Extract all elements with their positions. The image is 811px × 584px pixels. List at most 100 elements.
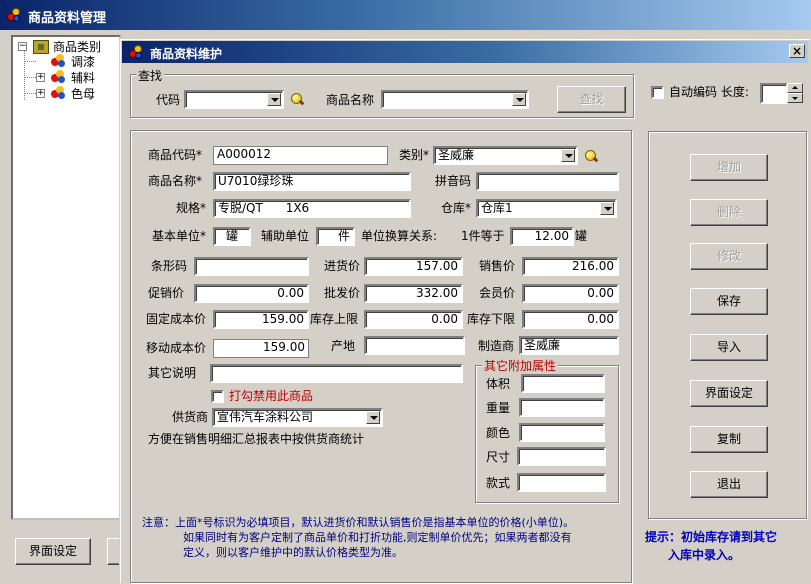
stock-max-field[interactable]: 0.00 — [364, 310, 463, 329]
app-title: 商品资料管理 — [28, 11, 107, 26]
close-icon[interactable]: × — [789, 44, 805, 58]
category-dropdown[interactable]: 圣威廉 — [433, 146, 578, 165]
product-name-field[interactable]: U7010绿珍珠 — [213, 172, 411, 191]
folder-icon — [33, 40, 49, 54]
other-desc-label: 其它说明 — [148, 366, 197, 380]
note-line-1: 注意：上面*号标识为必填项目，默认进货价和默认销售价是指基本单位的价格(小单位)… — [142, 516, 575, 529]
weight-label: 重量 — [486, 401, 511, 415]
bg-ui-settings-button[interactable]: 界面设定 — [15, 538, 91, 565]
note-line-3: 定义，则以客户维护中的默认价格类型为准。 — [183, 546, 403, 559]
ui-settings-button[interactable]: 界面设定 — [690, 380, 768, 407]
search-group-label: 查找 — [136, 67, 165, 84]
purchase-price-field[interactable]: 157.00 — [364, 257, 463, 276]
volume-field[interactable] — [521, 374, 605, 393]
auto-code-checkbox[interactable] — [651, 86, 664, 99]
tree-item[interactable]: 色母 — [71, 87, 95, 101]
import-button[interactable]: 导入 — [690, 334, 768, 361]
chevron-down-icon[interactable] — [267, 93, 281, 106]
manufacturer-field[interactable]: 圣威廉 — [519, 336, 619, 355]
spin-up-icon[interactable] — [787, 83, 803, 93]
tree-expand-icon[interactable]: + — [36, 73, 45, 82]
disable-label: 打勾禁用此商品 — [229, 389, 314, 403]
conversion-label: 单位换算关系: — [361, 229, 438, 243]
pinyin-label: 拼音码 — [435, 174, 472, 188]
warehouse-dropdown[interactable]: 仓库1 — [476, 199, 617, 218]
sale-price-field[interactable]: 216.00 — [522, 257, 619, 276]
chevron-down-icon[interactable] — [561, 149, 575, 162]
add-button[interactable]: 增加 — [690, 154, 768, 181]
tree-item[interactable]: 辅料 — [71, 71, 95, 85]
size-field[interactable] — [517, 447, 606, 466]
auto-code-length-input[interactable] — [760, 83, 788, 104]
tree-collapse-icon[interactable]: − — [18, 42, 27, 51]
copy-button[interactable]: 复制 — [690, 426, 768, 453]
chevron-down-icon[interactable] — [600, 202, 614, 215]
style-label: 款式 — [486, 476, 511, 490]
action-button-group — [648, 131, 807, 519]
note-line-2: 如果同时有为客户定制了商品单价和打折功能,则定制单价优先；如果两者都没有 — [183, 531, 572, 544]
hint-line-2: 入库中录入。 — [668, 548, 741, 562]
conversion-unit: 罐 — [575, 229, 588, 243]
other-desc-field[interactable] — [210, 364, 463, 383]
hint-line-1: 提示：初始库存请到其它 — [645, 530, 778, 544]
tree-item[interactable]: 调漆 — [71, 55, 95, 69]
color-label: 颜色 — [486, 426, 511, 440]
app-title-bar: 商品资料管理 — [0, 0, 811, 30]
search-name-dropdown[interactable] — [381, 90, 529, 109]
extra-attributes-label: 其它附加属性 — [482, 357, 559, 374]
warehouse-label: 仓库* — [441, 201, 472, 215]
delete-button[interactable]: 删除 — [690, 199, 768, 226]
exit-button[interactable]: 退出 — [690, 471, 768, 498]
fixed-cost-label: 固定成本价 — [146, 312, 207, 326]
conversion-field[interactable]: 12.00 — [510, 227, 574, 246]
aux-unit-label: 辅助单位 — [261, 229, 310, 243]
barcode-label: 条形码 — [151, 259, 188, 273]
stock-min-label: 库存下限 — [467, 312, 516, 326]
supplier-note: 方便在销售明细汇总报表中按供货商统计 — [148, 432, 365, 446]
size-label: 尺寸 — [486, 450, 511, 464]
tree-root-label[interactable]: 商品类别 — [53, 40, 101, 54]
tree-expand-icon[interactable]: + — [36, 89, 45, 98]
weight-field[interactable] — [519, 398, 605, 417]
base-unit-label: 基本单位* — [152, 229, 207, 243]
fixed-cost-field[interactable]: 159.00 — [213, 310, 309, 329]
origin-label: 产地 — [331, 339, 356, 353]
spin-down-icon[interactable] — [787, 93, 803, 103]
save-button[interactable]: 保存 — [690, 288, 768, 315]
supplier-label: 供货商 — [172, 410, 209, 424]
category-label: 类别* — [399, 148, 430, 162]
pinyin-field[interactable] — [476, 172, 619, 191]
product-code-field[interactable]: A000012 — [213, 146, 388, 165]
search-name-label: 商品名称 — [326, 93, 375, 107]
supplier-dropdown[interactable]: 宣伟汽车涂料公司 — [212, 408, 383, 427]
category-tree[interactable]: − 商品类别 调漆 + 辅料 + 色母 — [11, 35, 121, 520]
disable-checkbox[interactable] — [211, 390, 224, 403]
wholesale-price-field[interactable]: 332.00 — [364, 284, 463, 303]
length-spinner[interactable] — [787, 83, 803, 104]
dialog-icon — [128, 44, 144, 60]
category-icon — [51, 70, 67, 84]
app-icon — [6, 7, 22, 23]
base-unit-field[interactable]: 罐 — [213, 227, 251, 246]
category-lookup-icon[interactable] — [581, 147, 601, 167]
search-code-dropdown[interactable] — [184, 90, 284, 109]
aux-unit-field[interactable]: 件 — [316, 227, 355, 246]
moving-cost-label: 移动成本价 — [146, 341, 207, 355]
search-code-lookup-icon[interactable] — [287, 90, 307, 110]
dialog-title-bar: 商品资料维护 × — [122, 41, 808, 63]
find-button[interactable]: 查找 — [557, 86, 626, 113]
spec-field[interactable]: 专脱/QT 1X6 — [213, 199, 411, 218]
style-field[interactable] — [517, 473, 606, 492]
member-price-field[interactable]: 0.00 — [522, 284, 619, 303]
conversion-prefix: 1件等于 — [461, 229, 505, 243]
edit-button[interactable]: 修改 — [690, 243, 768, 270]
barcode-field[interactable] — [194, 257, 309, 276]
chevron-down-icon[interactable] — [512, 93, 526, 106]
stock-min-field[interactable]: 0.00 — [522, 310, 619, 329]
origin-field[interactable] — [364, 336, 465, 355]
chevron-down-icon[interactable] — [366, 411, 380, 424]
wholesale-price-label: 批发价 — [324, 286, 361, 300]
color-field[interactable] — [519, 423, 605, 442]
purchase-price-label: 进货价 — [324, 259, 361, 273]
promo-price-field[interactable]: 0.00 — [194, 284, 309, 303]
